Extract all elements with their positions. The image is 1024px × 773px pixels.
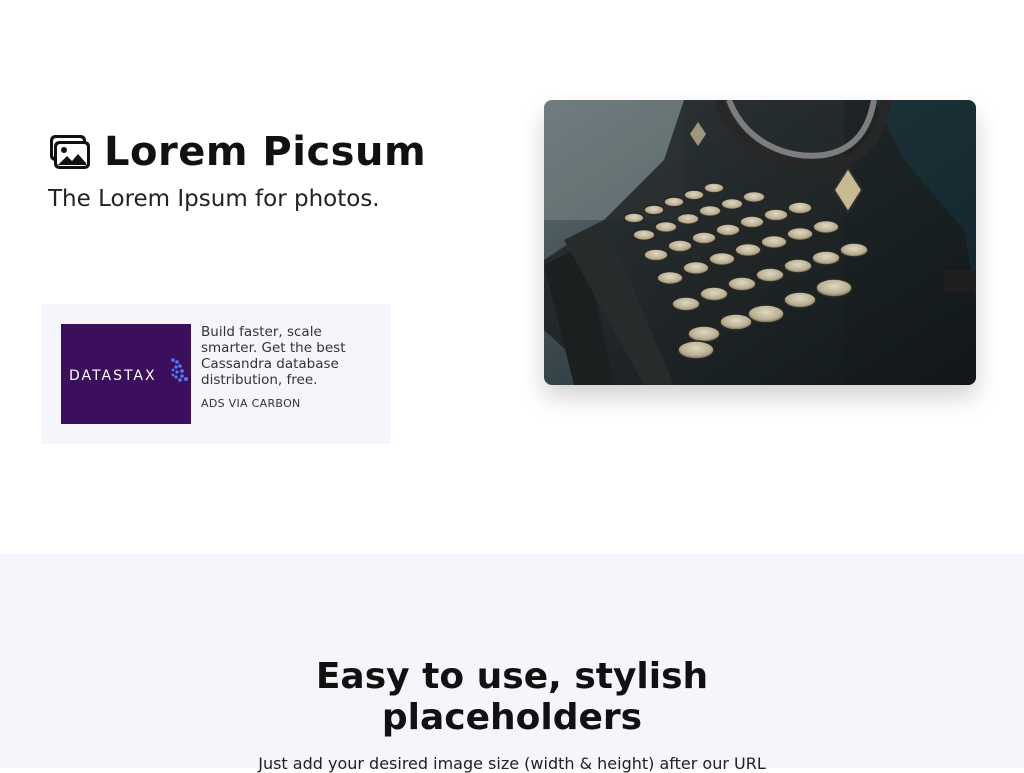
tagline: The Lorem Ipsum for photos.: [48, 186, 380, 212]
ad-logo-text: DATASTAX: [69, 368, 157, 384]
hero-section: Lorem Picsum The Lorem Ipsum for photos.…: [0, 0, 1024, 554]
hero-image-typewriter: [544, 100, 976, 385]
ad-logo-image[interactable]: DATASTAX: [61, 324, 191, 424]
site-title: Lorem Picsum: [104, 129, 427, 175]
photos-icon: [48, 132, 92, 172]
features-heading-line1: Easy to use, stylish: [315, 656, 709, 697]
carbon-ad[interactable]: DATASTAX Build faster, scale smarter. Ge…: [41, 304, 391, 444]
dots-icon: [171, 358, 188, 382]
features-heading-line2: placeholders: [381, 697, 643, 738]
ad-via-link[interactable]: ADS VIA CARBON: [201, 397, 301, 410]
brand: Lorem Picsum: [48, 128, 426, 176]
features-section: Easy to use, stylish placeholders Just a…: [0, 554, 1024, 773]
ad-text[interactable]: Build faster, scale smarter. Get the bes…: [201, 324, 371, 388]
features-subtitle: Just add your desired image size (width …: [258, 754, 766, 773]
features-heading: Easy to use, stylish placeholders: [0, 656, 1024, 738]
